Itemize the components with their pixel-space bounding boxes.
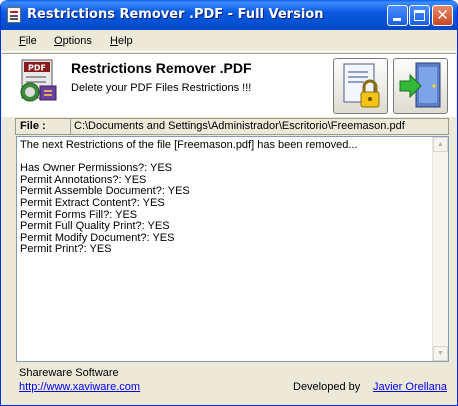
file-path-bar: File : C:\Documents and Settings\Adminis…: [15, 118, 449, 135]
minimize-button[interactable]: [387, 5, 408, 26]
menu-bar: File Options Help: [1, 30, 457, 52]
pdf-logo-icon: PDF: [20, 59, 57, 102]
close-icon: ✕: [436, 6, 449, 24]
app-document-icon[interactable]: [7, 7, 21, 23]
file-path: C:\Documents and Settings\Administrador\…: [74, 120, 405, 132]
window-title: Restrictions Remover .PDF - Full Version: [27, 7, 324, 22]
exit-button[interactable]: [393, 58, 448, 114]
shareware-label: Shareware Software: [19, 367, 119, 379]
arrow-down-icon: ▼: [437, 350, 444, 357]
arrow-up-icon: ▲: [437, 141, 444, 148]
menu-help[interactable]: Help: [110, 35, 133, 47]
maximize-icon: [414, 10, 425, 21]
scroll-down-button[interactable]: ▼: [433, 346, 448, 361]
developer-link[interactable]: Javier Orellana: [373, 381, 447, 393]
app-description: Delete your PDF Files Restrictions !!!: [71, 82, 252, 94]
remove-restrictions-button[interactable]: [333, 58, 388, 114]
menu-file[interactable]: File: [19, 35, 37, 47]
minimize-icon: [393, 18, 401, 21]
app-window: Restrictions Remover .PDF - Full Version…: [0, 0, 458, 406]
app-name: Restrictions Remover .PDF: [71, 60, 252, 76]
title-bar[interactable]: Restrictions Remover .PDF - Full Version…: [1, 0, 457, 30]
exit-door-icon: [399, 62, 441, 108]
maximize-button[interactable]: [409, 5, 430, 26]
close-button[interactable]: ✕: [432, 5, 453, 26]
file-separator: [70, 119, 71, 134]
document-lock-icon: [343, 63, 380, 108]
scroll-up-button[interactable]: ▲: [433, 137, 448, 152]
file-label: File :: [20, 120, 46, 132]
vertical-scrollbar[interactable]: ▲ ▼: [432, 137, 448, 361]
developed-by-label: Developed by: [293, 381, 361, 393]
menu-options[interactable]: Options: [54, 35, 92, 47]
results-log[interactable]: The next Restrictions of the file [Freem…: [16, 136, 449, 362]
logo-text: PDF: [28, 64, 46, 73]
website-link[interactable]: http://www.xaviware.com: [19, 381, 140, 393]
header-panel: PDF Restrictions Remover .PDF Delete you…: [2, 53, 456, 117]
results-text: The next Restrictions of the file [Freem…: [20, 139, 358, 256]
